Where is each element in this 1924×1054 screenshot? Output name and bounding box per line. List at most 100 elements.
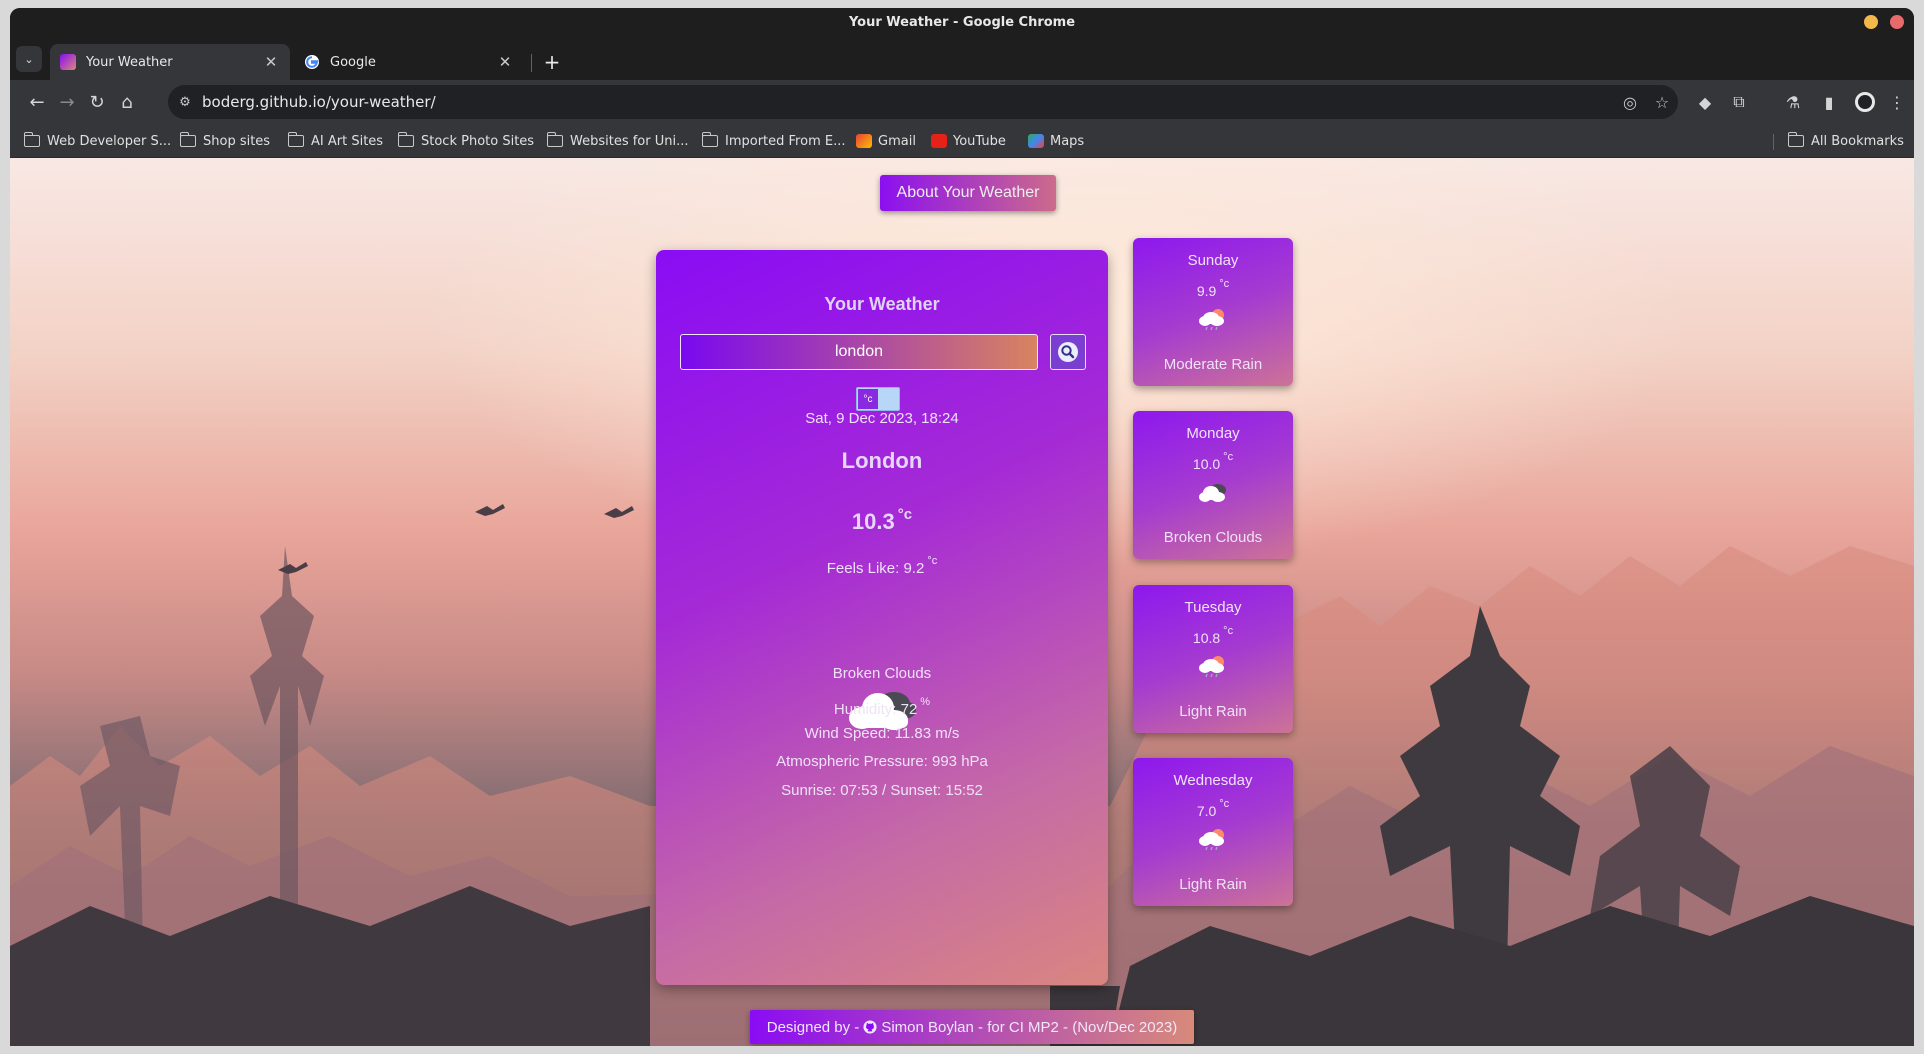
weather-description: Broken Clouds [832, 665, 932, 682]
extensions-puzzle-icon[interactable]: ⧉ [1726, 89, 1752, 115]
tab-title: Your Weather [86, 54, 173, 70]
forecast-temp-value: 10.8 [1192, 630, 1221, 646]
celsius-knob: °c [858, 389, 878, 409]
broken-clouds-icon [1199, 484, 1226, 502]
forward-icon[interactable]: → [54, 89, 80, 115]
forecast-card-tuesday: Tuesday 10.8 °c Light Rain [1133, 585, 1293, 733]
back-icon[interactable]: ← [24, 89, 50, 115]
forecast-temp-unit: °c [1223, 625, 1234, 637]
menu-kebab-icon[interactable]: ⋮ [1884, 89, 1910, 115]
humidity-unit: % [920, 696, 931, 708]
tab-divider [531, 54, 532, 72]
city-search-input[interactable] [680, 334, 1038, 370]
bookmark-star-icon[interactable]: ☆ [1646, 93, 1678, 112]
bookmark-label: Stock Photo Sites [421, 133, 535, 149]
bookmark-label: Shop sites [203, 133, 271, 149]
labs-flask-icon[interactable]: ⚗ [1780, 89, 1806, 115]
bookmark-label: Websites for Uni... [570, 133, 689, 149]
tracking-eye-icon[interactable]: ◎ [1614, 93, 1646, 112]
browser-window: Your Weather - Google Chrome ⌄ Your Weat… [10, 8, 1914, 1046]
forecast-temp-unit: °c [1219, 798, 1230, 810]
forecast-description: Broken Clouds [1163, 529, 1263, 546]
humidity: Humidity: 72% [656, 696, 1108, 718]
search-icon [1058, 342, 1078, 362]
reload-icon[interactable]: ↻ [84, 89, 110, 115]
browser-toolbar: ← → ↻ ⌂ ⚙ boderg.github.io/your-weather/… [10, 80, 1914, 124]
profile-avatar-icon[interactable] [1855, 92, 1875, 112]
temperature-unit: °c [897, 506, 913, 523]
bookmark-item[interactable]: Stock Photo Sites [397, 131, 535, 151]
forecast-temp-value: 10.0 [1192, 456, 1221, 472]
all-bookmarks[interactable]: All Bookmarks [1787, 131, 1904, 151]
bookmark-label: Maps [1050, 133, 1085, 149]
weather-favicon-icon [60, 54, 76, 70]
forecast-card-monday: Monday 10.0 °c Broken Clouds [1133, 411, 1293, 559]
address-bar[interactable]: ⚙ boderg.github.io/your-weather/ ◎ ☆ [168, 85, 1678, 119]
close-tab-icon[interactable]: ✕ [262, 53, 280, 71]
bookmark-item[interactable]: Websites for Uni... [546, 131, 689, 151]
bookmark-item[interactable]: AI Art Sites [287, 131, 383, 151]
new-tab-button[interactable]: + [538, 48, 566, 76]
rain-cloud-icon [1199, 656, 1224, 678]
forecast-temp: 10.0 °c [1133, 451, 1293, 472]
site-info-icon[interactable]: ⚙ [168, 95, 202, 110]
tab-search-button[interactable]: ⌄ [16, 46, 42, 72]
title-bar: Your Weather - Google Chrome [10, 8, 1914, 36]
bookmark-item[interactable]: Maps [1028, 131, 1084, 151]
footer: Designed by - Simon Boylan - for CI MP2 … [750, 1010, 1194, 1044]
forecast-temp-value: 9.9 [1196, 283, 1217, 299]
forecast-temp-unit: °c [1223, 451, 1234, 463]
forecast-description: Light Rain [1179, 876, 1247, 893]
home-icon[interactable]: ⌂ [114, 89, 140, 115]
wind-speed: Wind Speed: 11.83 m/s [804, 725, 960, 742]
bookmark-item[interactable]: Web Developer S... [23, 131, 171, 151]
unit-toggle[interactable]: °c [856, 387, 900, 411]
bookmark-item[interactable]: Imported From E... [701, 131, 846, 151]
humidity-text: Humidity: 72 [833, 701, 918, 718]
side-panel-icon[interactable]: ▮ [1816, 89, 1842, 115]
page-viewport: About Your Weather Your Weather °c Sat, … [10, 158, 1914, 1046]
bookmark-item[interactable]: Gmail [856, 131, 916, 151]
bookmark-label: Imported From E... [725, 133, 846, 149]
city-name: London [841, 448, 923, 473]
search-button[interactable] [1050, 334, 1086, 370]
window-controls [1864, 15, 1904, 29]
forecast-day: Wednesday [1173, 772, 1253, 789]
bookmark-item[interactable]: Shop sites [179, 131, 271, 151]
url-text[interactable]: boderg.github.io/your-weather/ [202, 93, 1614, 111]
card-title: Your Weather [824, 294, 940, 314]
window-title: Your Weather - Google Chrome [848, 14, 1076, 30]
tab-title: Google [330, 54, 376, 70]
footer-author[interactable]: Simon Boylan - for CI MP2 - (Nov/Dec 202… [881, 1019, 1177, 1036]
sunrise-sunset: Sunrise: 07:53 / Sunset: 15:52 [781, 782, 983, 799]
gmail-icon [856, 134, 872, 148]
forecast-temp: 9.9 °c [1133, 278, 1293, 299]
forecast-day: Sunday [1187, 252, 1239, 269]
about-your-weather-button[interactable]: About Your Weather [880, 175, 1056, 211]
bookmark-label: Gmail [878, 133, 916, 149]
date-time: Sat, 9 Dec 2023, 18:24 [805, 410, 959, 427]
folder-icon [179, 132, 196, 147]
current-temperature: 10.3 °c [656, 506, 1108, 535]
temperature-value: 10.3 [851, 509, 895, 534]
extension-icon[interactable]: ◆ [1692, 89, 1718, 115]
tab-strip: ⌄ Your Weather ✕ Google ✕ + [10, 36, 1914, 80]
folder-icon [287, 132, 304, 147]
rain-cloud-icon [1199, 829, 1224, 851]
feels-like-unit: °c [927, 555, 938, 567]
youtube-icon [931, 134, 947, 148]
bookmark-label: YouTube [953, 133, 1006, 149]
tab-your-weather[interactable]: Your Weather ✕ [50, 44, 290, 80]
close-tab-icon[interactable]: ✕ [496, 53, 514, 71]
bookmark-item[interactable]: YouTube [931, 131, 1006, 151]
github-icon[interactable] [863, 1020, 877, 1034]
feels-like-text: Feels Like: 9.2 [826, 560, 925, 577]
close-window-button[interactable] [1890, 15, 1904, 29]
google-favicon-icon [305, 55, 319, 69]
minimize-button[interactable] [1864, 15, 1878, 29]
folder-icon [701, 132, 718, 147]
footer-prefix: Designed by - [766, 1018, 860, 1036]
tab-google[interactable]: Google ✕ [294, 44, 524, 80]
feels-like: Feels Like: 9.2 °c [656, 555, 1108, 577]
forecast-temp: 7.0 °c [1133, 798, 1293, 819]
